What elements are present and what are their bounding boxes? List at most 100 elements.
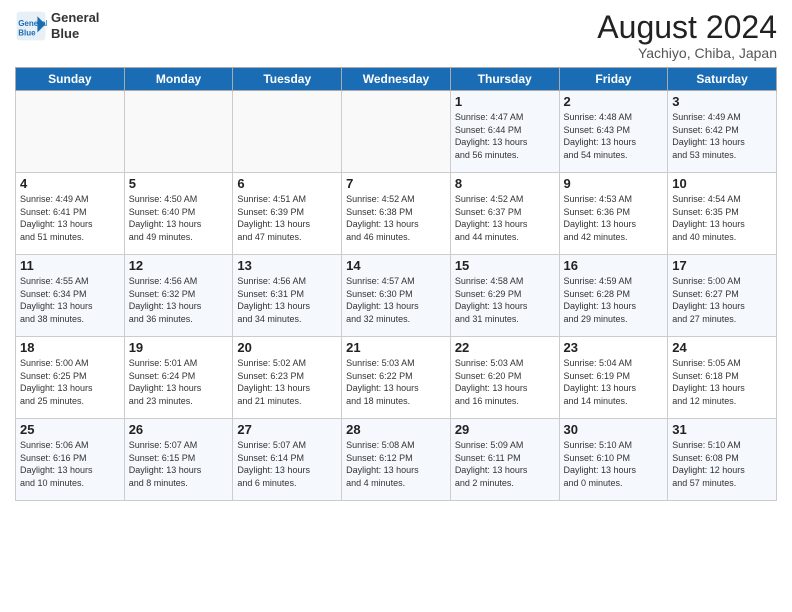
- cell-day-number: 8: [455, 176, 555, 191]
- cell-day-number: 28: [346, 422, 446, 437]
- calendar-cell: 10 Sunrise: 4:54 AM Sunset: 6:35 PM Dayli…: [668, 173, 777, 255]
- cell-info-text: Sunrise: 4:57 AM Sunset: 6:30 PM Dayligh…: [346, 275, 446, 325]
- cell-day-number: 6: [237, 176, 337, 191]
- cell-day-number: 7: [346, 176, 446, 191]
- cell-info-text: Sunrise: 5:00 AM Sunset: 6:27 PM Dayligh…: [672, 275, 772, 325]
- cell-day-number: 27: [237, 422, 337, 437]
- weekday-tuesday: Tuesday: [233, 68, 342, 91]
- calendar-table: SundayMondayTuesdayWednesdayThursdayFrid…: [15, 67, 777, 501]
- calendar-cell: [16, 91, 125, 173]
- cell-info-text: Sunrise: 5:07 AM Sunset: 6:15 PM Dayligh…: [129, 439, 229, 489]
- calendar-cell: 23 Sunrise: 5:04 AM Sunset: 6:19 PM Dayli…: [559, 337, 668, 419]
- cell-day-number: 21: [346, 340, 446, 355]
- cell-day-number: 24: [672, 340, 772, 355]
- calendar-cell: 5 Sunrise: 4:50 AM Sunset: 6:40 PM Daylig…: [124, 173, 233, 255]
- calendar-cell: 27Sunrise: 5:07 AM Sunset: 6:14 PM Dayli…: [233, 419, 342, 501]
- cell-info-text: Sunrise: 4:53 AM Sunset: 6:36 PM Dayligh…: [564, 193, 664, 243]
- cell-day-number: 29: [455, 422, 555, 437]
- calendar-cell: [342, 91, 451, 173]
- calendar-cell: 15 Sunrise: 4:58 AM Sunset: 6:29 PM Dayli…: [450, 255, 559, 337]
- logo-text: General Blue: [51, 10, 99, 41]
- cell-info-text: Sunrise: 4:51 AM Sunset: 6:39 PM Dayligh…: [237, 193, 337, 243]
- calendar-cell: 4 Sunrise: 4:49 AM Sunset: 6:41 PM Daylig…: [16, 173, 125, 255]
- cell-day-number: 3: [672, 94, 772, 109]
- cell-day-number: 5: [129, 176, 229, 191]
- calendar-cell: 13Sunrise: 4:56 AM Sunset: 6:31 PM Dayli…: [233, 255, 342, 337]
- calendar-cell: 17 Sunrise: 5:00 AM Sunset: 6:27 PM Dayli…: [668, 255, 777, 337]
- calendar-cell: 29 Sunrise: 5:09 AM Sunset: 6:11 PM Dayli…: [450, 419, 559, 501]
- main-title: August 2024: [597, 10, 777, 45]
- calendar-cell: 14Sunrise: 4:57 AM Sunset: 6:30 PM Dayli…: [342, 255, 451, 337]
- cell-day-number: 16: [564, 258, 664, 273]
- cell-info-text: Sunrise: 4:50 AM Sunset: 6:40 PM Dayligh…: [129, 193, 229, 243]
- weekday-wednesday: Wednesday: [342, 68, 451, 91]
- cell-info-text: Sunrise: 5:10 AM Sunset: 6:10 PM Dayligh…: [564, 439, 664, 489]
- cell-day-number: 20: [237, 340, 337, 355]
- cell-info-text: Sunrise: 4:56 AM Sunset: 6:32 PM Dayligh…: [129, 275, 229, 325]
- cell-info-text: Sunrise: 4:59 AM Sunset: 6:28 PM Dayligh…: [564, 275, 664, 325]
- weekday-header-row: SundayMondayTuesdayWednesdayThursdayFrid…: [16, 68, 777, 91]
- week-row-2: 11Sunrise: 4:55 AM Sunset: 6:34 PM Dayli…: [16, 255, 777, 337]
- cell-info-text: Sunrise: 4:49 AM Sunset: 6:42 PM Dayligh…: [672, 111, 772, 161]
- weekday-friday: Friday: [559, 68, 668, 91]
- calendar-cell: 16 Sunrise: 4:59 AM Sunset: 6:28 PM Dayli…: [559, 255, 668, 337]
- cell-day-number: 9: [564, 176, 664, 191]
- weekday-saturday: Saturday: [668, 68, 777, 91]
- cell-info-text: Sunrise: 4:48 AM Sunset: 6:43 PM Dayligh…: [564, 111, 664, 161]
- cell-day-number: 4: [20, 176, 120, 191]
- calendar-cell: 25 Sunrise: 5:06 AM Sunset: 6:16 PM Dayli…: [16, 419, 125, 501]
- cell-info-text: Sunrise: 4:49 AM Sunset: 6:41 PM Dayligh…: [20, 193, 120, 243]
- cell-day-number: 19: [129, 340, 229, 355]
- cell-day-number: 11: [20, 258, 120, 273]
- weekday-monday: Monday: [124, 68, 233, 91]
- cell-info-text: Sunrise: 5:06 AM Sunset: 6:16 PM Dayligh…: [20, 439, 120, 489]
- calendar-cell: 30 Sunrise: 5:10 AM Sunset: 6:10 PM Dayli…: [559, 419, 668, 501]
- cell-info-text: Sunrise: 5:04 AM Sunset: 6:19 PM Dayligh…: [564, 357, 664, 407]
- calendar-cell: 1 Sunrise: 4:47 AM Sunset: 6:44 PM Daylig…: [450, 91, 559, 173]
- subtitle: Yachiyo, Chiba, Japan: [597, 45, 777, 61]
- calendar-cell: 20Sunrise: 5:02 AM Sunset: 6:23 PM Dayli…: [233, 337, 342, 419]
- cell-day-number: 15: [455, 258, 555, 273]
- calendar-cell: 31 Sunrise: 5:10 AM Sunset: 6:08 PM Dayli…: [668, 419, 777, 501]
- cell-day-number: 2: [564, 94, 664, 109]
- page: General Blue General Blue August 2024 Ya…: [0, 0, 792, 612]
- cell-day-number: 12: [129, 258, 229, 273]
- cell-day-number: 26: [129, 422, 229, 437]
- cell-info-text: Sunrise: 4:54 AM Sunset: 6:35 PM Dayligh…: [672, 193, 772, 243]
- cell-info-text: Sunrise: 4:52 AM Sunset: 6:38 PM Dayligh…: [346, 193, 446, 243]
- calendar-cell: 7 Sunrise: 4:52 AM Sunset: 6:38 PM Daylig…: [342, 173, 451, 255]
- cell-info-text: Sunrise: 4:47 AM Sunset: 6:44 PM Dayligh…: [455, 111, 555, 161]
- cell-info-text: Sunrise: 5:03 AM Sunset: 6:22 PM Dayligh…: [346, 357, 446, 407]
- cell-day-number: 23: [564, 340, 664, 355]
- week-row-4: 25 Sunrise: 5:06 AM Sunset: 6:16 PM Dayli…: [16, 419, 777, 501]
- cell-day-number: 30: [564, 422, 664, 437]
- calendar-cell: 18Sunrise: 5:00 AM Sunset: 6:25 PM Dayli…: [16, 337, 125, 419]
- logo-icon: General Blue: [15, 10, 47, 42]
- cell-info-text: Sunrise: 4:56 AM Sunset: 6:31 PM Dayligh…: [237, 275, 337, 325]
- cell-day-number: 31: [672, 422, 772, 437]
- week-row-1: 4 Sunrise: 4:49 AM Sunset: 6:41 PM Daylig…: [16, 173, 777, 255]
- cell-day-number: 10: [672, 176, 772, 191]
- calendar-cell: 26 Sunrise: 5:07 AM Sunset: 6:15 PM Dayli…: [124, 419, 233, 501]
- logo: General Blue General Blue: [15, 10, 99, 42]
- calendar-cell: 19 Sunrise: 5:01 AM Sunset: 6:24 PM Dayli…: [124, 337, 233, 419]
- cell-info-text: Sunrise: 5:08 AM Sunset: 6:12 PM Dayligh…: [346, 439, 446, 489]
- cell-day-number: 1: [455, 94, 555, 109]
- calendar-cell: 22Sunrise: 5:03 AM Sunset: 6:20 PM Dayli…: [450, 337, 559, 419]
- cell-info-text: Sunrise: 4:52 AM Sunset: 6:37 PM Dayligh…: [455, 193, 555, 243]
- cell-info-text: Sunrise: 5:01 AM Sunset: 6:24 PM Dayligh…: [129, 357, 229, 407]
- cell-day-number: 22: [455, 340, 555, 355]
- cell-info-text: Sunrise: 5:00 AM Sunset: 6:25 PM Dayligh…: [20, 357, 120, 407]
- week-row-0: 1 Sunrise: 4:47 AM Sunset: 6:44 PM Daylig…: [16, 91, 777, 173]
- calendar-cell: 24 Sunrise: 5:05 AM Sunset: 6:18 PM Dayli…: [668, 337, 777, 419]
- cell-info-text: Sunrise: 5:10 AM Sunset: 6:08 PM Dayligh…: [672, 439, 772, 489]
- cell-info-text: Sunrise: 5:05 AM Sunset: 6:18 PM Dayligh…: [672, 357, 772, 407]
- cell-info-text: Sunrise: 4:58 AM Sunset: 6:29 PM Dayligh…: [455, 275, 555, 325]
- cell-day-number: 25: [20, 422, 120, 437]
- calendar-cell: 21 Sunrise: 5:03 AM Sunset: 6:22 PM Dayli…: [342, 337, 451, 419]
- calendar-cell: 8 Sunrise: 4:52 AM Sunset: 6:37 PM Daylig…: [450, 173, 559, 255]
- calendar-cell: 9 Sunrise: 4:53 AM Sunset: 6:36 PM Daylig…: [559, 173, 668, 255]
- cell-day-number: 17: [672, 258, 772, 273]
- calendar-cell: [233, 91, 342, 173]
- cell-info-text: Sunrise: 5:09 AM Sunset: 6:11 PM Dayligh…: [455, 439, 555, 489]
